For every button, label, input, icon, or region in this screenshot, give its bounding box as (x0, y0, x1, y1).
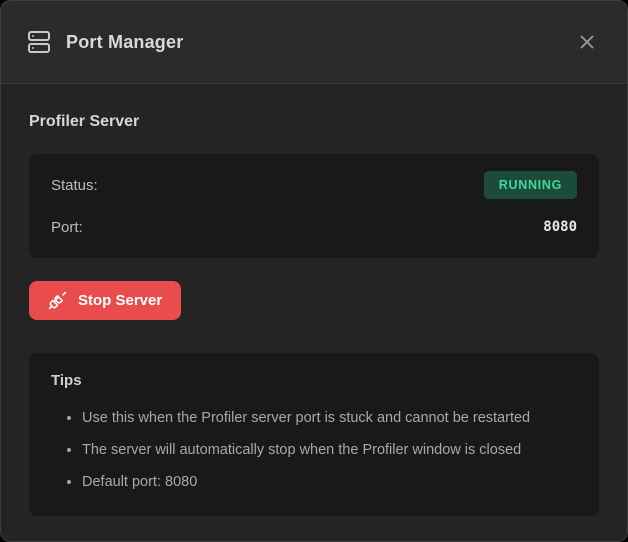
stop-server-button[interactable]: Stop Server (29, 281, 181, 320)
port-row: Port: 8080 (51, 213, 577, 241)
tips-list: Use this when the Profiler server port i… (51, 402, 577, 498)
server-off-icon (48, 291, 67, 310)
server-icon (27, 30, 51, 54)
tip-item: Default port: 8080 (82, 466, 577, 498)
port-label: Port: (51, 219, 83, 236)
status-label: Status: (51, 177, 98, 194)
dialog-title: Port Manager (66, 32, 183, 53)
tips-title: Tips (51, 372, 577, 390)
port-value: 8080 (543, 219, 577, 235)
status-row: Status: RUNNING (51, 171, 577, 199)
close-button[interactable] (573, 28, 601, 56)
section-title-profiler-server: Profiler Server (29, 112, 599, 131)
status-badge: RUNNING (484, 171, 577, 200)
stop-server-label: Stop Server (78, 292, 162, 309)
status-panel: Status: RUNNING Port: 8080 (29, 154, 599, 258)
tip-item: The server will automatically stop when … (82, 434, 577, 466)
dialog-content: Profiler Server Status: RUNNING Port: 80… (1, 84, 627, 542)
tip-item: Use this when the Profiler server port i… (82, 402, 577, 434)
title-bar: Port Manager (1, 1, 627, 84)
close-icon (576, 31, 598, 53)
port-manager-dialog: Port Manager Profiler Server Status: RUN… (0, 0, 628, 542)
tips-panel: Tips Use this when the Profiler server p… (29, 353, 599, 516)
